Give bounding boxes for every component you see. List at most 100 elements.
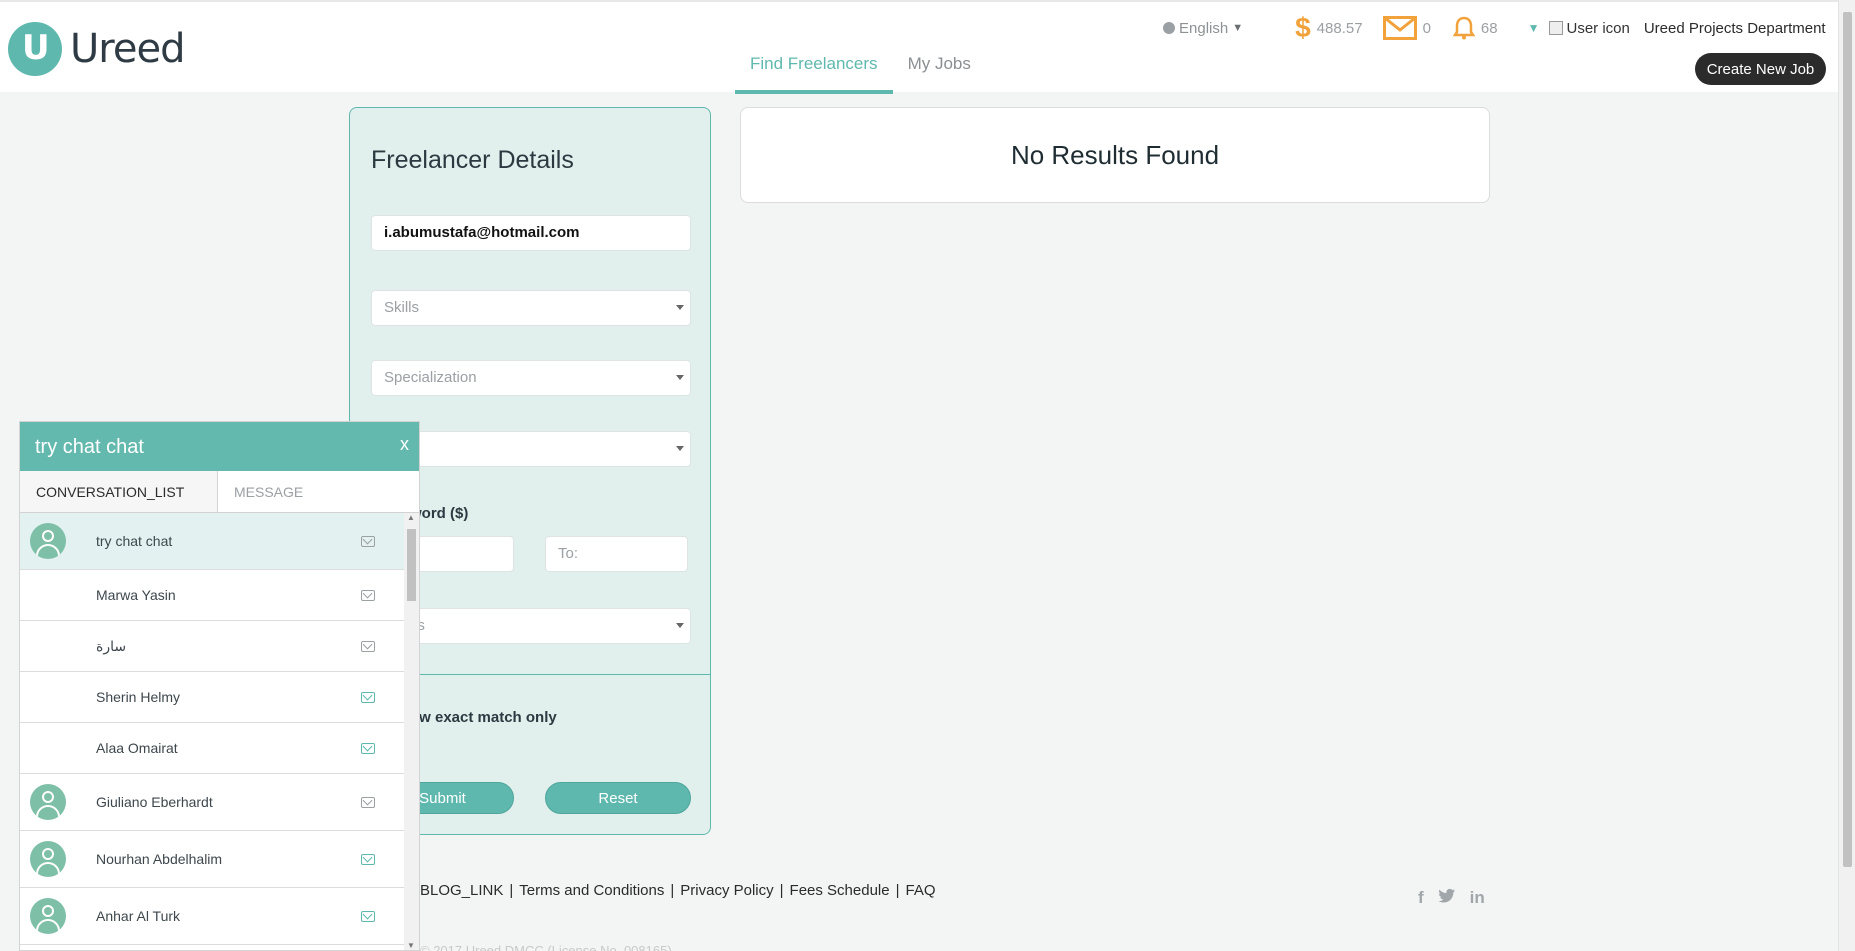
chat-scrollbar[interactable]: ▲ ▼ — [404, 513, 419, 950]
tab-find-freelancers[interactable]: Find Freelancers — [735, 46, 893, 94]
envelope-open-icon — [361, 535, 375, 547]
copyright-text: © 2017 Ureed DMCC (License No. 008165) — [420, 943, 672, 951]
footer-link-terms[interactable]: Terms and Conditions — [519, 882, 664, 899]
conversation-name: Nourhan Abdelhalim — [96, 851, 223, 867]
footer-link-fees[interactable]: Fees Schedule — [790, 882, 890, 899]
broken-image-icon — [1549, 21, 1564, 35]
create-new-job-button[interactable]: Create New Job — [1695, 53, 1826, 85]
logo-mark-icon: U — [8, 22, 62, 76]
chat-scrollbar-thumb[interactable] — [407, 529, 416, 601]
page-scrollbar-thumb[interactable] — [1843, 12, 1852, 867]
footer-link-blog[interactable]: BLOG_LINK — [420, 882, 503, 899]
scroll-up-icon[interactable]: ▲ — [407, 513, 415, 522]
dropdown-arrow-icon — [676, 623, 684, 628]
language-selector[interactable]: English ▼ — [1163, 20, 1243, 37]
list-item[interactable]: Anhar Al Turk — [20, 888, 405, 945]
reset-button[interactable]: Reset — [545, 782, 691, 814]
messages-count: 0 — [1422, 19, 1431, 37]
main-nav: Find Freelancers My Jobs — [735, 46, 986, 94]
chat-title: try chat chat — [35, 436, 144, 458]
list-item[interactable]: Marwa Yasin — [20, 570, 405, 621]
envelope-icon — [1382, 16, 1417, 40]
ureed-logo[interactable]: U Ureed — [8, 22, 185, 76]
top-header: U Ureed Find Freelancers My Jobs English… — [0, 0, 1838, 94]
close-icon[interactable]: x — [400, 434, 409, 455]
email-field[interactable]: i.abumustafa@hotmail.com — [371, 215, 691, 251]
list-item[interactable]: try chat chat — [20, 513, 405, 570]
envelope-closed-icon — [361, 910, 375, 922]
tab-my-jobs[interactable]: My Jobs — [893, 46, 986, 94]
messages-indicator[interactable]: 0 — [1382, 16, 1431, 40]
avatar — [30, 523, 66, 559]
logo-mark-letter: U — [22, 28, 50, 68]
conversation-name: Giuliano Eberhardt — [96, 794, 213, 810]
skills-select[interactable]: Skills — [371, 290, 691, 326]
page-scrollbar[interactable] — [1838, 0, 1855, 951]
user-avatar[interactable]: User icon — [1549, 19, 1630, 37]
twitter-icon[interactable] — [1438, 888, 1456, 904]
footer-separator: | — [895, 882, 900, 899]
chat-header: try chat chat x — [20, 422, 419, 471]
exact-match-checkbox-label[interactable]: ow exact match only — [410, 709, 557, 726]
user-name[interactable]: Ureed Projects Department — [1644, 20, 1826, 37]
dropdown-arrow-icon — [676, 375, 684, 380]
chat-window: try chat chat x CONVERSATION_LIST MESSAG… — [19, 421, 420, 951]
footer-separator: | — [509, 882, 514, 899]
list-item[interactable]: Nourhan Abdelhalim — [20, 831, 405, 888]
conversation-name: سارة — [96, 637, 127, 654]
list-item[interactable]: Alaa Omairat — [20, 723, 405, 774]
avatar — [30, 898, 66, 934]
footer-separator: | — [670, 882, 675, 899]
envelope-open-icon — [361, 589, 375, 601]
footer-link-faq[interactable]: FAQ — [906, 882, 936, 899]
dropdown-arrow-icon — [676, 446, 684, 451]
balance-value: 488.57 — [1316, 19, 1363, 37]
language-label: English — [1179, 19, 1229, 37]
footer-link-privacy[interactable]: Privacy Policy — [680, 882, 773, 899]
chevron-down-icon: ▼ — [1232, 22, 1244, 34]
skills-placeholder: Skills — [384, 299, 420, 316]
conversation-list: try chat chat Marwa Yasin سارة Sherin Helmy… — [20, 513, 405, 950]
conversation-name: try chat chat — [96, 533, 173, 549]
top-utility-bar: English ▼ $ 488.57 0 68 ▼ User icon Uree… — [1163, 12, 1826, 44]
list-item[interactable]: Giuliano Eberhardt — [20, 774, 405, 831]
notifications-count: 68 — [1480, 19, 1498, 37]
social-links: f in — [1418, 888, 1485, 908]
conversation-name: Alaa Omairat — [96, 740, 178, 756]
results-panel: No Results Found — [740, 107, 1490, 203]
user-icon-alt: User icon — [1566, 19, 1630, 37]
envelope-closed-icon — [361, 691, 375, 703]
list-item[interactable]: سارة — [20, 621, 405, 672]
rate-to-input[interactable]: To: — [545, 536, 688, 572]
conversation-name: Sherin Helmy — [96, 689, 181, 705]
notifications-indicator[interactable]: 68 — [1452, 16, 1498, 40]
scroll-down-icon[interactable]: ▼ — [407, 941, 415, 950]
bell-icon — [1452, 16, 1475, 40]
filter-title: Freelancer Details — [371, 146, 574, 174]
footer-separator: | — [779, 882, 784, 899]
globe-icon — [1163, 22, 1175, 34]
dollar-icon: $ — [1295, 12, 1311, 43]
tab-message[interactable]: MESSAGE — [218, 471, 416, 512]
specialization-select[interactable]: Specialization — [371, 360, 691, 396]
linkedin-icon[interactable]: in — [1470, 888, 1485, 908]
conversation-name: Anhar Al Turk — [96, 908, 181, 924]
chat-tabs: CONVERSATION_LIST MESSAGE — [20, 471, 419, 513]
dropdown-arrow-icon — [676, 305, 684, 310]
envelope-closed-icon — [361, 853, 375, 865]
avatar — [30, 784, 66, 820]
envelope-open-icon — [361, 640, 375, 652]
avatar — [30, 841, 66, 877]
conversation-name: Marwa Yasin — [96, 587, 176, 603]
tab-conversation-list[interactable]: CONVERSATION_LIST — [20, 471, 218, 512]
facebook-icon[interactable]: f — [1418, 888, 1424, 908]
account-dropdown-caret-icon[interactable]: ▼ — [1528, 21, 1540, 35]
logo-text: Ureed — [70, 26, 185, 72]
list-item[interactable]: Sherin Helmy — [20, 672, 405, 723]
footer-links: BLOG_LINK | Terms and Conditions | Privacy… — [420, 882, 936, 899]
envelope-open-icon — [361, 796, 375, 808]
wallet-balance[interactable]: $ 488.57 — [1295, 12, 1362, 44]
no-results-message: No Results Found — [1010, 139, 1220, 170]
specialization-placeholder: Specialization — [384, 369, 477, 386]
envelope-closed-icon — [361, 742, 375, 754]
